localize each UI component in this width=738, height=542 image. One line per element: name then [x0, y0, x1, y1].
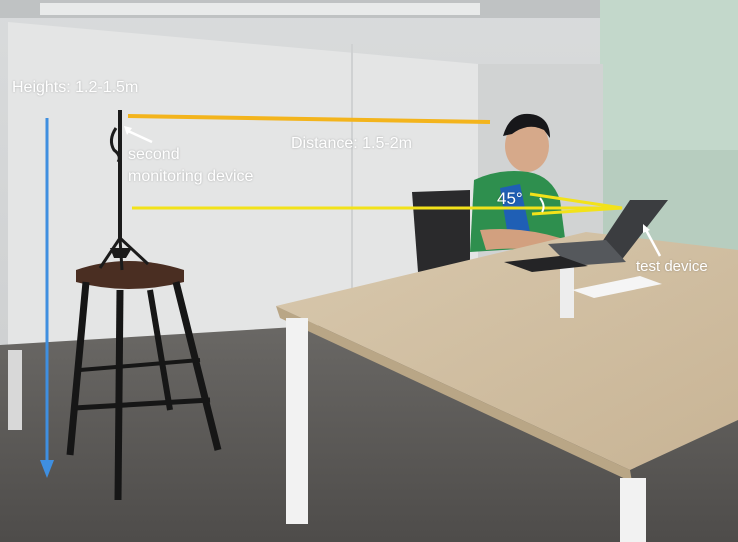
light-strip — [40, 3, 480, 15]
second-device-label-line2: monitoring device — [128, 168, 254, 185]
height-label: Heights: 1.2-1.5m — [12, 79, 139, 96]
table-leg-back — [560, 262, 574, 318]
angle-label: 45° — [497, 189, 523, 208]
ladder-edge — [8, 350, 22, 430]
photo-scene: Heights: 1.2-1.5m second monitoring devi… — [0, 0, 738, 542]
table-leg-front — [620, 478, 646, 542]
office-chair — [412, 190, 470, 272]
distance-label: Distance: 1.5-2m — [291, 135, 412, 152]
second-device-label-line1: second — [128, 146, 180, 163]
table-leg-left — [286, 318, 308, 524]
stool-leg — [114, 289, 124, 501]
test-device-label: test device — [636, 258, 708, 275]
green-panel-top — [600, 0, 738, 160]
